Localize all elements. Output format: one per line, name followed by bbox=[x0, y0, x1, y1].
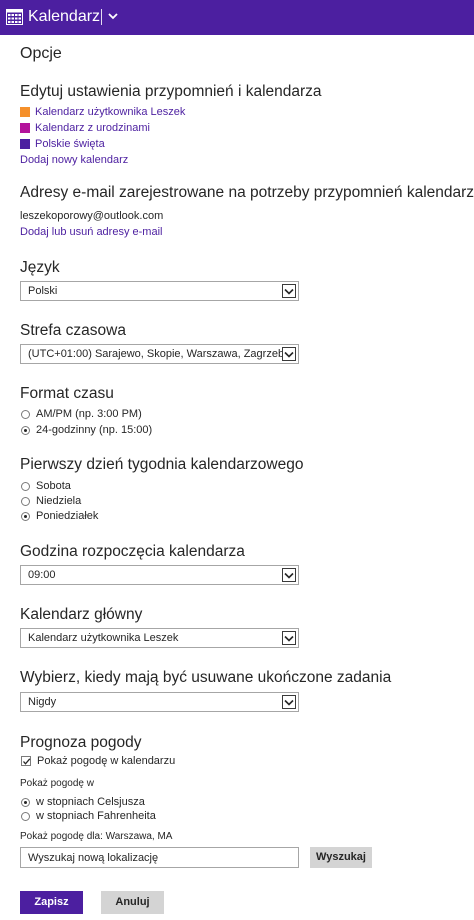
weather-heading: Prognoza pogody bbox=[20, 734, 142, 751]
radio-label: Sobota bbox=[36, 480, 71, 492]
app-header: Kalendarz bbox=[0, 0, 474, 35]
time-format-heading: Format czasu bbox=[20, 385, 114, 402]
calendar-item-birthdays[interactable]: Kalendarz z urodzinami bbox=[20, 121, 150, 135]
main-calendar-heading: Kalendarz główny bbox=[20, 606, 143, 623]
main-calendar-select-value: Kalendarz użytkownika Leszek bbox=[28, 632, 179, 644]
radio-label: Poniedziałek bbox=[36, 510, 99, 522]
start-hour-select[interactable]: 09:00 bbox=[20, 565, 299, 585]
time-format-option-ampm[interactable]: AM/PM (np. 3:00 PM) bbox=[21, 407, 142, 421]
calendar-color-swatch bbox=[20, 139, 30, 149]
first-day-option-saturday[interactable]: Sobota bbox=[21, 479, 71, 493]
cancel-button[interactable]: Anuluj bbox=[101, 891, 164, 914]
weather-unit-celsius[interactable]: w stopniach Celsjusza bbox=[21, 795, 145, 809]
radio-button[interactable] bbox=[21, 496, 30, 506]
calendar-color-swatch bbox=[20, 123, 30, 133]
first-day-option-monday[interactable]: Poniedziałek bbox=[21, 509, 98, 523]
app-title[interactable]: Kalendarz bbox=[28, 8, 100, 26]
time-format-option-24h[interactable]: 24-godzinny (np. 15:00) bbox=[21, 423, 152, 437]
radio-button[interactable] bbox=[21, 425, 30, 435]
calendar-link[interactable]: Polskie święta bbox=[35, 138, 105, 150]
radio-button[interactable] bbox=[21, 797, 30, 807]
completed-tasks-heading: Wybierz, kiedy mają być usuwane ukończon… bbox=[20, 669, 392, 686]
emails-heading: Adresy e-mail zarejestrowane na potrzeby… bbox=[20, 184, 474, 201]
language-select[interactable]: Polski bbox=[20, 281, 299, 301]
first-day-option-sunday[interactable]: Niedziela bbox=[21, 494, 81, 508]
show-weather-checkbox[interactable] bbox=[21, 756, 31, 766]
start-hour-select-value: 09:00 bbox=[28, 569, 56, 581]
dropdown-arrow-icon[interactable] bbox=[282, 631, 296, 645]
timezone-select-value: (UTC+01:00) Sarajewo, Skopie, Warszawa, … bbox=[28, 348, 285, 360]
chevron-down-icon[interactable] bbox=[106, 9, 120, 23]
location-search-field[interactable] bbox=[20, 847, 299, 868]
reminders-heading: Edytuj ustawienia przypomnień i kalendar… bbox=[20, 83, 322, 100]
add-calendar-link[interactable]: Dodaj nowy kalendarz bbox=[20, 154, 128, 166]
calendar-color-swatch bbox=[20, 107, 30, 117]
timezone-heading: Strefa czasowa bbox=[20, 322, 126, 339]
radio-label: Niedziela bbox=[36, 495, 82, 507]
manage-emails-link[interactable]: Dodaj lub usuń adresy e-mail bbox=[20, 226, 162, 238]
location-search-input[interactable] bbox=[21, 848, 298, 868]
completed-tasks-select[interactable]: Nigdy bbox=[20, 692, 299, 712]
calendar-link[interactable]: Kalendarz użytkownika Leszek bbox=[35, 106, 185, 118]
search-location-button[interactable]: Wyszukaj bbox=[310, 847, 372, 868]
weather-unit-fahrenheit[interactable]: w stopniach Fahrenheita bbox=[21, 809, 156, 823]
radio-label: 24-godzinny (np. 15:00) bbox=[36, 424, 153, 436]
language-heading: Język bbox=[20, 259, 60, 276]
page-title: Opcje bbox=[20, 45, 62, 62]
radio-button[interactable] bbox=[21, 511, 30, 521]
radio-label: w stopniach Celsjusza bbox=[36, 796, 145, 808]
checkmark-icon bbox=[23, 758, 31, 765]
calendar-link[interactable]: Kalendarz z urodzinami bbox=[35, 122, 150, 134]
radio-label: w stopniach Fahrenheita bbox=[36, 810, 156, 822]
title-divider bbox=[101, 9, 102, 25]
start-hour-heading: Godzina rozpoczęcia kalendarza bbox=[20, 543, 245, 560]
calendar-item-leszek[interactable]: Kalendarz użytkownika Leszek bbox=[20, 105, 185, 119]
radio-button[interactable] bbox=[21, 409, 30, 419]
dropdown-arrow-icon[interactable] bbox=[282, 284, 296, 298]
completed-tasks-select-value: Nigdy bbox=[28, 696, 57, 708]
timezone-select[interactable]: (UTC+01:00) Sarajewo, Skopie, Warszawa, … bbox=[20, 344, 299, 364]
radio-button[interactable] bbox=[21, 481, 30, 491]
show-weather-option[interactable]: Pokaż pogodę w kalendarzu bbox=[21, 754, 175, 768]
language-select-value: Polski bbox=[28, 285, 58, 297]
dropdown-arrow-icon[interactable] bbox=[282, 347, 296, 361]
main-calendar-select[interactable]: Kalendarz użytkownika Leszek bbox=[20, 628, 299, 648]
checkbox-label: Pokaż pogodę w kalendarzu bbox=[37, 755, 176, 767]
save-button[interactable]: Zapisz bbox=[20, 891, 83, 914]
weather-location-label: Pokaż pogodę dla: Warszawa, MA bbox=[20, 831, 173, 842]
dropdown-arrow-icon[interactable] bbox=[282, 568, 296, 582]
radio-button[interactable] bbox=[21, 811, 30, 821]
calendar-icon[interactable] bbox=[6, 9, 23, 25]
email-address: leszekoporowy@outlook.com bbox=[20, 210, 164, 222]
first-day-heading: Pierwszy dzień tygodnia kalendarzowego bbox=[20, 456, 304, 473]
radio-label: AM/PM (np. 3:00 PM) bbox=[36, 408, 142, 420]
weather-units-label: Pokaż pogodę w bbox=[20, 778, 94, 789]
calendar-item-holidays[interactable]: Polskie święta bbox=[20, 137, 105, 151]
dropdown-arrow-icon[interactable] bbox=[282, 695, 296, 709]
